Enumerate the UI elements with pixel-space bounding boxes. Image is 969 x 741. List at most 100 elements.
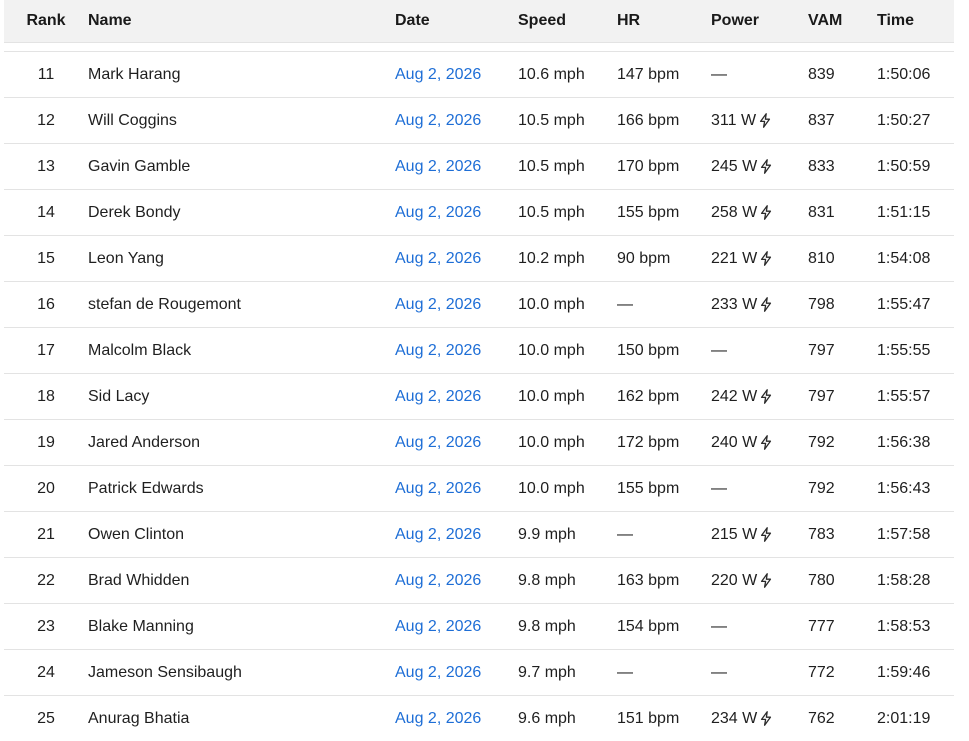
activity-date-link[interactable]: Aug 2, 2026 [395, 112, 481, 129]
athlete-name-link[interactable]: Patrick Edwards [88, 480, 204, 497]
time-cell: 1:55:57 [877, 387, 931, 405]
table-row[interactable]: 25 Anurag Bhatia Aug 2, 2026 9.6 mph 151 bpm… [4, 695, 954, 741]
athlete-name-link[interactable]: Leon Yang [88, 250, 164, 267]
time-cell: 1:54:08 [877, 249, 931, 267]
power-cell: 240 W [711, 434, 772, 452]
athlete-name-link[interactable]: stefan de Rougemont [88, 296, 241, 313]
vam-cell: 837 [808, 111, 835, 129]
power-cell: — [711, 664, 727, 682]
rank-cell: 13 [37, 157, 55, 175]
column-header-hr[interactable]: HR [617, 12, 711, 30]
vam-cell: 783 [808, 525, 835, 543]
activity-date-link[interactable]: Aug 2, 2026 [395, 434, 481, 451]
activity-date-link[interactable]: Aug 2, 2026 [395, 66, 481, 83]
table-row[interactable]: 21 Owen Clinton Aug 2, 2026 9.9 mph — 215 W 78… [4, 511, 954, 557]
table-row[interactable]: 15 Leon Yang Aug 2, 2026 10.2 mph 90 bpm 221 … [4, 235, 954, 281]
heart-rate-cell: 162 bpm [617, 387, 680, 405]
athlete-name-link[interactable]: Jameson Sensibaugh [88, 664, 242, 681]
speed-cell: 9.6 mph [518, 709, 576, 727]
activity-date-link[interactable]: Aug 2, 2026 [395, 342, 481, 359]
column-header-power[interactable]: Power [711, 12, 808, 30]
time-cell: 1:58:28 [877, 571, 931, 589]
athlete-name-link[interactable]: Mark Harang [88, 66, 180, 83]
power-cell: 221 W [711, 250, 772, 268]
athlete-name-link[interactable]: Sid Lacy [88, 388, 149, 405]
power-cell: 258 W [711, 204, 772, 222]
column-header-date[interactable]: Date [395, 12, 518, 30]
table-row[interactable]: 13 Gavin Gamble Aug 2, 2026 10.5 mph 170 bpm… [4, 143, 954, 189]
activity-date-link[interactable]: Aug 2, 2026 [395, 158, 481, 175]
table-row[interactable]: 22 Brad Whidden Aug 2, 2026 9.8 mph 163 bpm 2… [4, 557, 954, 603]
table-row[interactable]: 19 Jared Anderson Aug 2, 2026 10.0 mph 172 b… [4, 419, 954, 465]
power-value: 215 W [711, 525, 758, 543]
vam-cell: 792 [808, 433, 835, 451]
table-body: 11 Mark Harang Aug 2, 2026 10.6 mph 147 bpm —… [4, 51, 954, 741]
lightning-bolt-icon [760, 251, 772, 266]
activity-date-link[interactable]: Aug 2, 2026 [395, 388, 481, 405]
table-row[interactable]: 11 Mark Harang Aug 2, 2026 10.6 mph 147 bpm —… [4, 51, 954, 97]
table-row[interactable]: 18 Sid Lacy Aug 2, 2026 10.0 mph 162 bpm 242 … [4, 373, 954, 419]
rank-cell: 11 [37, 65, 55, 83]
athlete-name-link[interactable]: Blake Manning [88, 618, 194, 635]
heart-rate-cell: 90 bpm [617, 249, 671, 267]
activity-date-link[interactable]: Aug 2, 2026 [395, 480, 481, 497]
table-row[interactable]: 14 Derek Bondy Aug 2, 2026 10.5 mph 155 bpm 2… [4, 189, 954, 235]
lightning-bolt-icon [760, 389, 772, 404]
time-cell: 1:56:38 [877, 433, 931, 451]
athlete-name-link[interactable]: Anurag Bhatia [88, 710, 189, 727]
table-row[interactable]: 20 Patrick Edwards Aug 2, 2026 10.0 mph 155 … [4, 465, 954, 511]
activity-date-link[interactable]: Aug 2, 2026 [395, 618, 481, 635]
power-value: 240 W [711, 433, 758, 451]
activity-date-link[interactable]: Aug 2, 2026 [395, 664, 481, 681]
column-header-speed[interactable]: Speed [518, 12, 617, 30]
athlete-name-link[interactable]: Owen Clinton [88, 526, 184, 543]
activity-date-link[interactable]: Aug 2, 2026 [395, 204, 481, 221]
table-row[interactable]: 24 Jameson Sensibaugh Aug 2, 2026 9.7 mph — —… [4, 649, 954, 695]
power-value: — [711, 663, 727, 681]
lightning-bolt-icon [760, 297, 772, 312]
column-header-name[interactable]: Name [88, 12, 395, 30]
athlete-name-link[interactable]: Malcolm Black [88, 342, 191, 359]
activity-date-link[interactable]: Aug 2, 2026 [395, 526, 481, 543]
activity-date-link[interactable]: Aug 2, 2026 [395, 572, 481, 589]
speed-cell: 9.8 mph [518, 617, 576, 635]
rank-cell: 23 [37, 617, 55, 635]
lightning-bolt-icon [759, 113, 771, 128]
speed-cell: 10.6 mph [518, 65, 585, 83]
speed-cell: 10.5 mph [518, 157, 585, 175]
activity-date-link[interactable]: Aug 2, 2026 [395, 710, 481, 727]
rank-cell: 16 [37, 295, 55, 313]
athlete-name-link[interactable]: Will Coggins [88, 112, 177, 129]
speed-cell: 9.9 mph [518, 525, 576, 543]
power-cell: 220 W [711, 572, 772, 590]
vam-cell: 792 [808, 479, 835, 497]
table-row[interactable]: 12 Will Coggins Aug 2, 2026 10.5 mph 166 bpm… [4, 97, 954, 143]
vam-cell: 772 [808, 663, 835, 681]
power-cell: 311 W [711, 112, 771, 130]
table-row[interactable]: 16 stefan de Rougemont Aug 2, 2026 10.0 mph… [4, 281, 954, 327]
time-cell: 1:59:46 [877, 663, 931, 681]
table-header: Rank Name Date Speed HR Power VAM Time [4, 0, 954, 43]
rank-cell: 21 [37, 525, 55, 543]
activity-date-link[interactable]: Aug 2, 2026 [395, 250, 481, 267]
table-row[interactable]: 23 Blake Manning Aug 2, 2026 9.8 mph 154 bpm… [4, 603, 954, 649]
rank-cell: 19 [37, 433, 55, 451]
column-header-rank[interactable]: Rank [4, 12, 88, 30]
rank-cell: 15 [37, 249, 55, 267]
power-cell: 233 W [711, 296, 772, 314]
lightning-bolt-icon [760, 435, 772, 450]
rank-cell: 12 [37, 111, 55, 129]
activity-date-link[interactable]: Aug 2, 2026 [395, 296, 481, 313]
table-row[interactable]: 17 Malcolm Black Aug 2, 2026 10.0 mph 150 bp… [4, 327, 954, 373]
power-value: 258 W [711, 203, 758, 221]
athlete-name-link[interactable]: Gavin Gamble [88, 158, 190, 175]
column-header-time[interactable]: Time [877, 12, 954, 30]
time-cell: 1:51:15 [877, 203, 931, 221]
lightning-bolt-icon [760, 573, 772, 588]
rank-cell: 17 [37, 341, 55, 359]
athlete-name-link[interactable]: Derek Bondy [88, 204, 181, 221]
athlete-name-link[interactable]: Jared Anderson [88, 434, 200, 451]
athlete-name-link[interactable]: Brad Whidden [88, 572, 189, 589]
column-header-vam[interactable]: VAM [808, 12, 877, 30]
rank-cell: 22 [37, 571, 55, 589]
